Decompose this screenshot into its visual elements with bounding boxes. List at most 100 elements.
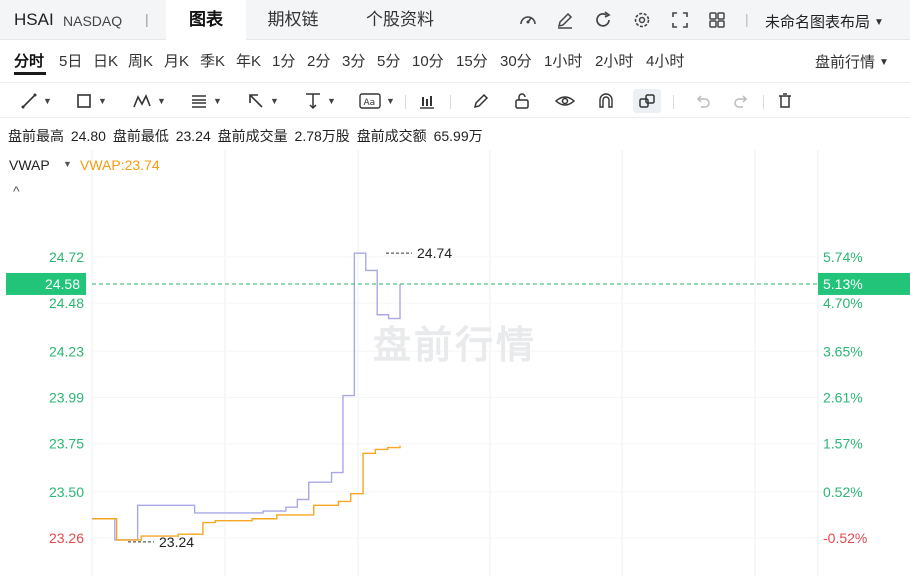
header-divider: | [145,11,149,27]
redo-button[interactable] [733,89,751,113]
delete-button[interactable] [776,89,794,113]
tab-chart[interactable]: 图表 [166,0,246,40]
y-axis-tick-label: 24.72 [49,249,84,265]
lock-button[interactable] [513,89,531,113]
session-select[interactable]: 盘前行情 ▼ [815,51,889,72]
indicator-name[interactable]: VWAP [9,157,50,173]
pct-axis-tick-label: -0.52% [823,530,867,546]
svg-text:Aa: Aa [364,98,376,108]
period-10min[interactable]: 10分 [412,50,444,71]
y-axis-tick-label: 23.50 [49,484,84,500]
low-value: 23.24 [175,128,211,144]
vwap-value: VWAP:23.74 [80,157,160,173]
period-intraday[interactable]: 分时 [14,50,44,71]
period-4hour[interactable]: 4小时 [646,50,684,71]
high-label: 盘前最高 [8,128,64,144]
measure-tool-button[interactable]: ▼ [304,89,336,113]
period-yearly[interactable]: 年K [236,50,261,71]
magnet-icon [599,93,613,108]
current-change-label: 5.13% [823,276,863,292]
period-3min[interactable]: 3分 [342,50,365,71]
grid-icon[interactable] [707,10,727,30]
premarket-stats: 盘前最高 24.80 盘前最低 23.24 盘前成交量 2.78万股 盘前成交额… [8,126,486,146]
current-price-label: 24.58 [45,276,80,292]
session-select-label: 盘前行情 [815,54,876,71]
layout-label: 未命名图表布局 [765,14,871,31]
y-axis-tick-label: 23.26 [49,530,84,546]
toolbar-divider [673,95,674,109]
period-2hour[interactable]: 2小时 [595,50,633,71]
chevron-down-icon: ▼ [98,96,107,106]
indicator-dropdown-icon[interactable]: ▼ [63,159,72,169]
edit-icon[interactable] [555,10,575,30]
series-line-price [92,252,401,541]
period-weekly[interactable]: 周K [128,50,153,71]
chevron-down-icon: ▼ [386,96,395,106]
volume-label: 盘前成交量 [217,128,288,144]
price-chart[interactable]: 盘前行情 24.74 23.24 24.72 24.48 24.23 23.99 23.7… [0,150,910,576]
period-quarterly[interactable]: 季K [200,50,225,71]
arrow-tool-button[interactable]: ▼ [247,89,279,113]
link-button[interactable] [633,89,661,113]
period-monthly[interactable]: 月K [164,50,189,71]
pct-axis-tick-label: 5.74% [823,249,863,265]
indicator-button[interactable] [418,89,436,113]
collapse-indicator-button[interactable]: ^ [13,183,20,199]
text-tool-button[interactable]: Aa ▼ [359,89,395,113]
chevron-down-icon: ▼ [874,17,884,28]
arrow-tool-icon [249,94,263,108]
eye-icon [555,96,575,106]
y-axis-tick-label: 24.23 [49,343,84,359]
y-axis-tick-label: 23.99 [49,390,84,406]
period-2min[interactable]: 2分 [307,50,330,71]
rectangle-tool-icon [77,94,91,108]
chevron-down-icon: ▼ [157,96,166,106]
pct-axis-tick-label: 3.65% [823,343,863,359]
undo-button[interactable] [693,89,711,113]
delete-icon [779,93,791,108]
gear-icon[interactable] [632,10,652,30]
toolbar-divider [763,95,764,109]
undo-icon [696,95,710,108]
line-tool-button[interactable]: ▼ [20,89,52,113]
chevron-down-icon: ▼ [327,96,336,106]
fib-tool-icon [192,95,206,108]
line-tool-icon [21,93,37,109]
period-5min[interactable]: 5分 [377,50,400,71]
visibility-button[interactable] [555,89,575,113]
turnover-label: 盘前成交额 [356,128,427,144]
chevron-down-icon: ▼ [879,57,889,68]
tab-stock-profile[interactable]: 个股资料 [350,0,450,40]
top-header: HSAI NASDAQ | 图表 期权链 个股资料 | 未命名图表布局 ▼ [0,0,910,40]
fib-tool-button[interactable]: ▼ [190,89,222,113]
fullscreen-icon[interactable] [670,10,690,30]
pen-button[interactable] [472,89,490,113]
speedometer-icon[interactable] [518,10,538,30]
magnet-button[interactable] [597,89,615,113]
header-icon-divider: | [745,11,749,27]
period-1min[interactable]: 1分 [272,50,295,71]
period-1hour[interactable]: 1小时 [544,50,582,71]
low-marker-label: 23.24 [159,534,194,550]
link-icon [639,94,655,108]
refresh-icon[interactable] [593,10,613,30]
layout-select[interactable]: 未命名图表布局 ▼ [765,11,884,32]
pattern-tool-button[interactable]: ▼ [132,89,166,113]
active-period-underline [14,72,46,75]
chevron-down-icon: ▼ [43,96,52,106]
pct-axis-tick-label: 0.52% [823,484,863,500]
period-daily[interactable]: 日K [93,50,118,71]
tab-options-chain[interactable]: 期权链 [253,0,333,40]
chart-watermark: 盘前行情 [373,324,537,367]
period-5day[interactable]: 5日 [59,50,82,71]
low-label: 盘前最低 [112,128,169,144]
indicator-icon [420,96,434,109]
chevron-down-icon: ▼ [270,96,279,106]
y-axis-tick-label: 24.48 [49,295,84,311]
text-tool-icon: Aa [359,93,381,109]
period-15min[interactable]: 15分 [456,50,488,71]
lock-icon [515,93,529,109]
period-30min[interactable]: 30分 [500,50,532,71]
pct-axis-tick-label: 1.57% [823,436,863,452]
rectangle-tool-button[interactable]: ▼ [75,89,107,113]
